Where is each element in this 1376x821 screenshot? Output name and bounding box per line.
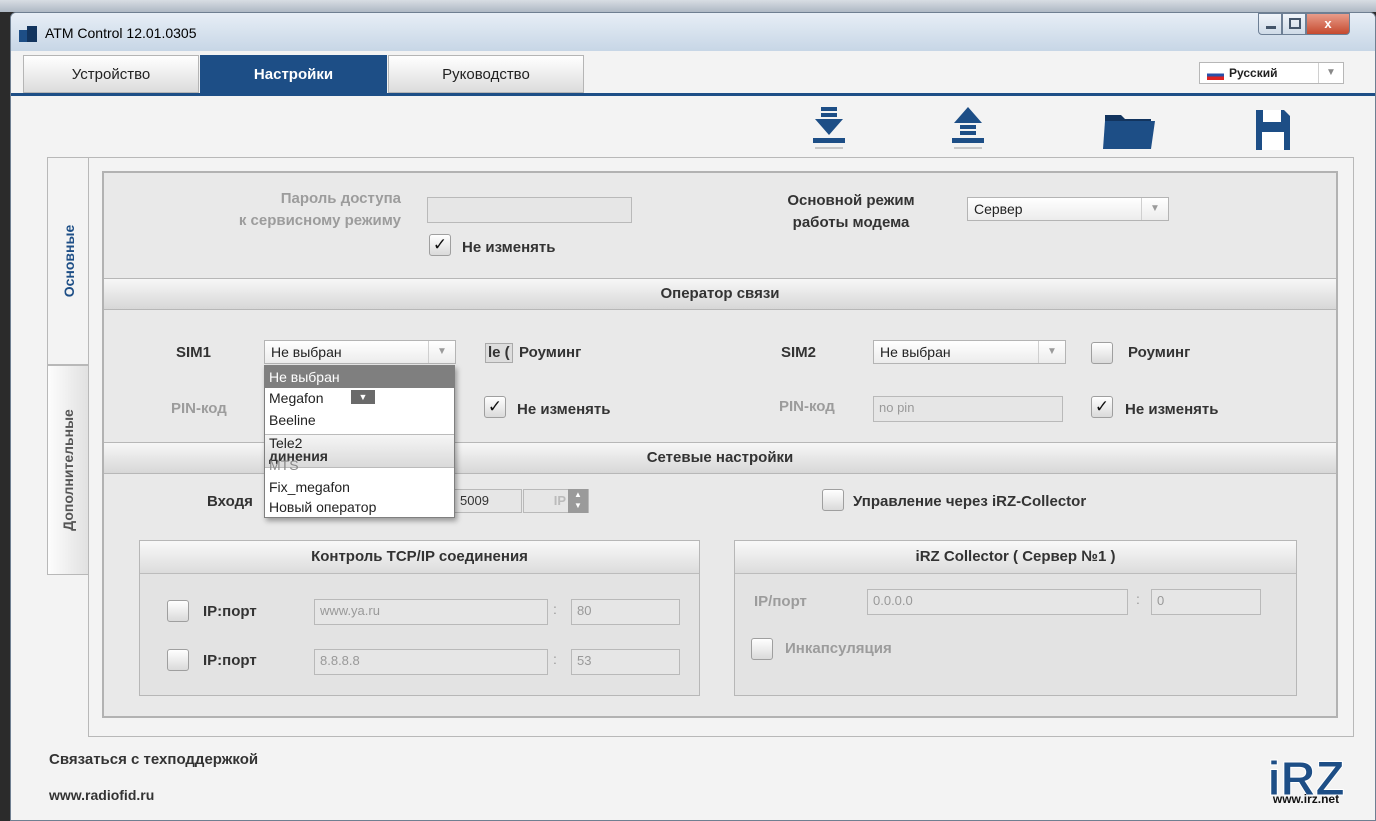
tcp-row2-label: IP:порт (203, 652, 257, 669)
sim1-roaming-label: Роуминг (519, 344, 582, 361)
sim1-operator-dropdown-list: Не выбран Megafon ▼ Beeline динения Tele… (264, 365, 455, 518)
sim1-pin-no-change-checkbox[interactable]: ✓ (484, 396, 506, 418)
tcp-row1-host-input[interactable]: www.ya.ru (314, 599, 548, 625)
minimize-icon (1266, 26, 1276, 29)
tab-manual[interactable]: Руководство (388, 55, 584, 93)
tcp-control-title: Контроль TCP/IP соединения (140, 541, 699, 574)
tcp-row1-separator: : (553, 601, 557, 617)
dropdown-option[interactable]: Новый оператор (265, 496, 454, 517)
sim2-operator-value: Не выбран (880, 344, 951, 360)
side-tab-basic[interactable]: Основные (47, 157, 89, 365)
sim2-roaming-label: Роуминг (1128, 344, 1191, 361)
collector-ip-label: IP/порт (754, 593, 807, 610)
operator-section-header: Оператор связи (104, 278, 1336, 310)
website-link[interactable]: www.radiofid.ru (49, 787, 154, 803)
password-input[interactable] (427, 197, 632, 223)
sim2-pin-input[interactable]: no pin (873, 396, 1063, 422)
dropdown-option[interactable]: MTS (265, 454, 454, 476)
modem-mode-select[interactable]: Сервер ▼ (967, 197, 1169, 221)
title-bar: ATM Control 12.01.0305 x (11, 13, 1375, 51)
password-no-change-checkbox[interactable]: ✓ (429, 234, 451, 256)
collector-control-checkbox[interactable] (822, 489, 844, 511)
collector-box: iRZ Collector ( Сервер №1 ) (734, 540, 1297, 696)
sim2-label: SIM2 (781, 344, 817, 361)
sim2-pin-no-change-checkbox[interactable]: ✓ (1091, 396, 1113, 418)
incoming-port-input[interactable]: 5009 (454, 489, 522, 513)
tcp-row1-port-input[interactable]: 80 (571, 599, 680, 625)
collector-ip-input[interactable]: 0.0.0.0 (867, 589, 1128, 615)
save-icon[interactable] (1256, 107, 1290, 153)
close-button[interactable]: x (1306, 13, 1350, 35)
app-icon (19, 26, 37, 42)
incoming-connection-label: Входя (207, 493, 253, 510)
sim2-pin-no-change-label: Не изменять (1125, 401, 1219, 418)
sim2-operator-select[interactable]: Не выбран ▼ (873, 340, 1066, 364)
dropdown-option[interactable]: Не выбран (265, 366, 454, 388)
language-select[interactable]: Русский ▼ (1199, 62, 1344, 84)
maximize-button[interactable] (1282, 13, 1306, 35)
tcp-row1-checkbox[interactable] (167, 600, 189, 622)
collector-title: iRZ Collector ( Сервер №1 ) (735, 541, 1296, 574)
upload-icon[interactable] (948, 107, 988, 153)
collector-port-input[interactable]: 0 (1151, 589, 1261, 615)
sim1-operator-select[interactable]: Не выбран ▼ (264, 340, 456, 364)
ip-type-spinner-icon[interactable]: ▲ ▼ (568, 489, 588, 513)
modem-mode-label-line1: Основной режим (787, 192, 915, 209)
app-window: ATM Control 12.01.0305 x Устройство Наст… (10, 12, 1376, 821)
collector-separator: : (1136, 591, 1140, 607)
sim1-pin-no-change-label: Не изменять (517, 401, 611, 418)
minimize-button[interactable] (1258, 13, 1282, 35)
password-label-line1: Пароль доступа (280, 190, 401, 207)
side-tab-advanced-label: Дополнительные (60, 409, 76, 531)
window-title: ATM Control 12.01.0305 (45, 25, 197, 41)
sim2-pin-label: PIN-код (779, 398, 835, 415)
modem-mode-label-line2: работы модема (792, 214, 910, 231)
password-label-line2: к сервисному режиму (238, 212, 401, 229)
desktop-background (0, 0, 1376, 12)
dropdown-option[interactable]: Fix_megafon (265, 476, 454, 498)
chevron-down-icon: ▼ (351, 390, 375, 404)
modem-mode-value: Сервер (974, 201, 1023, 217)
maximize-icon (1289, 18, 1301, 29)
russia-flag-icon (1207, 70, 1224, 80)
side-tab-basic-label: Основные (60, 224, 77, 298)
tcp-row2-port-input[interactable]: 53 (571, 649, 680, 675)
chevron-down-icon: ▼ (1318, 63, 1343, 83)
language-label: Русский (1229, 66, 1278, 80)
chevron-down-icon: ▼ (1141, 198, 1168, 220)
sim1-pin-label: PIN-код (171, 400, 227, 417)
sim1-label: SIM1 (176, 344, 212, 361)
folder-icon[interactable] (1103, 107, 1155, 153)
download-icon[interactable] (809, 107, 849, 153)
encapsulation-checkbox[interactable] (751, 638, 773, 660)
sim1-roaming-checkbox[interactable]: le ( (485, 343, 513, 363)
chevron-down-icon: ▼ (1038, 341, 1065, 363)
logo-url: www.irz.net (1272, 792, 1340, 806)
tcp-row2-host-input[interactable]: 8.8.8.8 (314, 649, 548, 675)
sim2-roaming-checkbox[interactable] (1091, 342, 1113, 364)
support-link[interactable]: Связаться с техподдержкой (49, 751, 258, 768)
tcp-row2-checkbox[interactable] (167, 649, 189, 671)
close-icon: x (1324, 16, 1332, 31)
menu-underline (11, 93, 1375, 96)
password-no-change-label: Не изменять (462, 239, 556, 256)
chevron-down-icon: ▼ (428, 341, 455, 363)
tab-settings[interactable]: Настройки (200, 55, 387, 93)
dropdown-option[interactable]: Beeline (265, 409, 454, 431)
collector-control-label: Управление через iRZ-Collector (853, 493, 1087, 510)
tcp-row1-label: IP:порт (203, 603, 257, 620)
sim1-operator-value: Не выбран (271, 344, 342, 360)
tab-device[interactable]: Устройство (23, 55, 199, 93)
tcp-row2-separator: : (553, 651, 557, 667)
encapsulation-label: Инкапсуляция (785, 640, 892, 657)
dropdown-option[interactable]: Tele2 (265, 432, 454, 454)
side-tab-advanced[interactable]: Дополнительные (47, 365, 89, 575)
